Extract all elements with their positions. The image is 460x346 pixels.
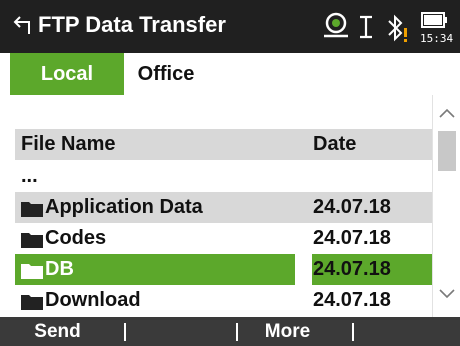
folder-icon <box>21 264 43 279</box>
softkey-2-button[interactable] <box>115 317 230 346</box>
folder-icon <box>21 295 43 310</box>
more-button[interactable]: More <box>230 317 345 346</box>
table-row[interactable]: Download 24.07.18 <box>15 285 432 316</box>
file-date: 24.07.18 <box>313 289 391 311</box>
parent-directory-row[interactable]: ... <box>15 161 432 192</box>
back-arrow-icon[interactable] <box>12 13 32 37</box>
softkey-4-button[interactable] <box>345 317 460 346</box>
file-date: 24.07.18 <box>313 196 391 218</box>
column-header-date[interactable]: Date <box>313 133 356 156</box>
table-row-selected[interactable]: DB 24.07.18 <box>15 254 432 285</box>
gnss-position-icon <box>324 12 348 38</box>
file-list: File Name Date ... Application Data 24.0… <box>0 95 432 317</box>
column-header-file-name[interactable]: File Name <box>21 133 115 156</box>
chevron-up-icon[interactable] <box>438 107 456 119</box>
clock: 15:34 <box>420 32 454 45</box>
file-date: 24.07.18 <box>313 227 391 249</box>
table-row[interactable]: Codes 24.07.18 <box>15 223 432 254</box>
file-name: Download <box>45 289 141 311</box>
battery-icon <box>421 12 447 28</box>
file-name: DB <box>45 258 74 280</box>
parent-directory-label: ... <box>21 165 38 187</box>
folder-icon <box>21 233 43 248</box>
file-name: Application Data <box>45 196 203 218</box>
file-name: Codes <box>45 227 107 249</box>
table-header: File Name Date <box>15 129 432 160</box>
title-bar: FTP Data Transfer 15:34 <box>0 0 460 53</box>
app-title: FTP Data Transfer <box>38 12 226 37</box>
softkey-bar: Send More <box>0 317 460 346</box>
send-button[interactable]: Send <box>0 317 115 346</box>
bluetooth-warning-icon <box>388 14 407 42</box>
folder-icon <box>21 202 43 217</box>
table-row[interactable]: Application Data 24.07.18 <box>15 192 432 223</box>
tab-bar: Local Office <box>0 53 460 95</box>
scrollbar-thumb[interactable] <box>438 131 456 171</box>
text-cursor-icon <box>360 15 372 39</box>
scrollbar[interactable] <box>432 95 460 317</box>
tab-local[interactable]: Local <box>10 53 124 95</box>
chevron-down-icon[interactable] <box>438 288 456 300</box>
file-date: 24.07.18 <box>313 258 391 280</box>
tab-office[interactable]: Office <box>124 53 208 95</box>
